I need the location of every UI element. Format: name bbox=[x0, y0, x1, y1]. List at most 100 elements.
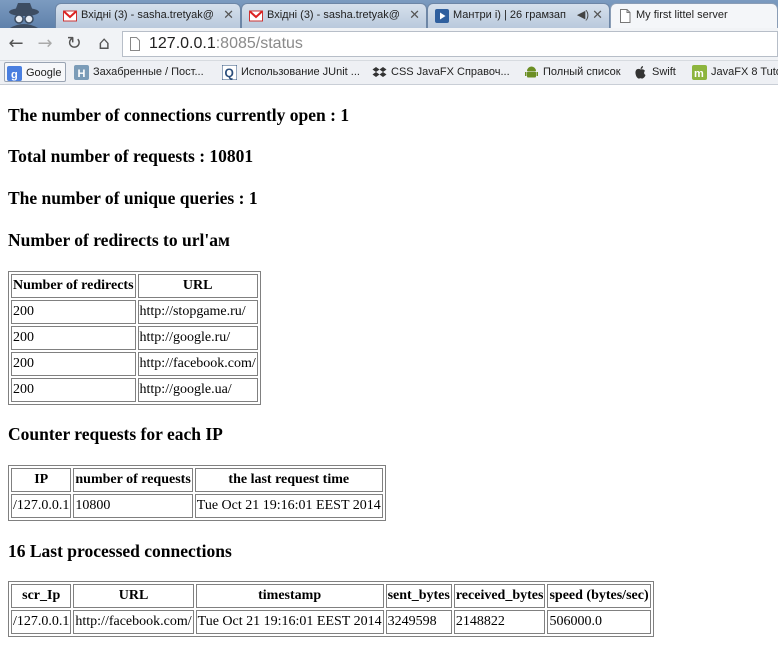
tab-title: Вхідні (3) - sasha.tretyak@ bbox=[81, 9, 214, 21]
bookmark-junit[interactable]: Q Использование JUnit ... bbox=[220, 62, 366, 82]
table-row: /127.0.0.1 10800 Tue Oct 21 19:16:01 EES… bbox=[11, 494, 383, 518]
table-row: /127.0.0.1 http://facebook.com/ Tue Oct … bbox=[11, 610, 651, 634]
table-cell: 3249598 bbox=[385, 610, 452, 634]
bookmark-label: CSS JavaFX Справоч... bbox=[391, 66, 510, 78]
table-cell: http://google.ua/ bbox=[137, 378, 258, 402]
bookmark-label: JavaFX 8 Tuto bbox=[711, 66, 778, 78]
table-cell: 506000.0 bbox=[547, 610, 651, 634]
column-header: timestamp bbox=[195, 584, 384, 608]
browser-toolbar: ← → ↻ ⌂ 127.0.0.1:8085/status bbox=[0, 28, 778, 61]
video-play-icon bbox=[435, 9, 449, 23]
gmail-icon bbox=[249, 10, 263, 22]
bookmark-javafx8[interactable]: m JavaFX 8 Tuto bbox=[690, 62, 778, 82]
page-icon bbox=[130, 37, 140, 51]
table-row: 200 http://google.ru/ bbox=[11, 326, 258, 350]
address-text: 127.0.0.1:8085/status bbox=[149, 35, 303, 53]
table-cell: 200 bbox=[11, 352, 136, 376]
table-header-row: IP number of requests the last request t… bbox=[11, 468, 383, 492]
bookmark-label: Полный список bbox=[543, 66, 621, 78]
table-cell: 200 bbox=[11, 326, 136, 350]
tab-gmail-2[interactable]: Вхідні (3) - sasha.tretyak@ ✕ bbox=[241, 3, 427, 28]
google-icon: g bbox=[7, 66, 22, 81]
android-icon bbox=[525, 66, 538, 78]
table-cell: http://facebook.com/ bbox=[137, 352, 258, 376]
open-connections-heading: The number of connections currently open… bbox=[8, 105, 350, 125]
close-icon[interactable]: ✕ bbox=[409, 7, 420, 23]
column-header: IP bbox=[11, 468, 72, 492]
tab-active[interactable]: My first littel server bbox=[610, 3, 778, 28]
table-cell: 200 bbox=[11, 378, 136, 402]
bookmark-swift[interactable]: Swift bbox=[631, 62, 683, 82]
bookmark-label: Google bbox=[26, 67, 62, 79]
table-row: 200 http://stopgame.ru/ bbox=[11, 300, 258, 324]
tab-title: Мантри і) | 26 грамзап bbox=[453, 9, 567, 21]
address-bar[interactable]: 127.0.0.1:8085/status bbox=[122, 31, 778, 57]
back-arrow-icon[interactable]: ← bbox=[4, 32, 28, 56]
column-header: received_bytes bbox=[453, 584, 546, 608]
q-icon: Q bbox=[222, 65, 237, 80]
page-icon bbox=[620, 9, 631, 23]
redirects-table: Number of redirects URL 200 http://stopg… bbox=[8, 271, 261, 405]
table-cell: 2148822 bbox=[453, 610, 546, 634]
column-header: URL bbox=[73, 584, 194, 608]
column-header: URL bbox=[137, 274, 258, 298]
m-icon: m bbox=[692, 65, 707, 80]
home-icon[interactable]: ⌂ bbox=[92, 32, 116, 56]
last-connections-heading: 16 Last processed connections bbox=[8, 541, 232, 561]
table-header-row: scr_Ip URL timestamp sent_bytes received… bbox=[11, 584, 651, 608]
table-cell: /127.0.0.1 bbox=[11, 610, 72, 634]
speaker-icon[interactable]: ◀) bbox=[577, 8, 589, 21]
bookmark-css-javafx[interactable]: CSS JavaFX Справоч... bbox=[370, 62, 512, 82]
habr-icon: H bbox=[74, 65, 89, 80]
tab-gmail-1[interactable]: Вхідні (3) - sasha.tretyak@ ✕ bbox=[55, 3, 241, 28]
bookmark-label: Захабренные / Пост... bbox=[93, 66, 204, 78]
svg-text:H: H bbox=[78, 68, 86, 80]
table-cell: http://stopgame.ru/ bbox=[137, 300, 258, 324]
table-cell: 10800 bbox=[73, 494, 193, 518]
column-header: scr_Ip bbox=[11, 584, 72, 608]
close-icon[interactable]: ✕ bbox=[592, 7, 603, 23]
table-row: 200 http://google.ua/ bbox=[11, 378, 258, 402]
bookmark-full-list[interactable]: Полный список bbox=[522, 62, 624, 82]
table-cell: Tue Oct 21 19:16:01 EEST 2014 bbox=[195, 610, 384, 634]
total-requests-heading: Total number of requests : 10801 bbox=[8, 146, 254, 166]
tab-strip: Вхідні (3) - sasha.tretyak@ ✕ Вхідні (3)… bbox=[0, 0, 778, 28]
tab-title: My first littel server bbox=[636, 9, 728, 21]
apple-icon bbox=[635, 66, 646, 79]
forward-arrow-icon[interactable]: → bbox=[33, 32, 57, 56]
bookmark-google[interactable]: g Google bbox=[4, 62, 66, 82]
gmail-icon bbox=[63, 10, 77, 22]
unique-queries-heading: The number of unique queries : 1 bbox=[8, 188, 258, 208]
table-cell: Tue Oct 21 19:16:01 EEST 2014 bbox=[194, 494, 383, 518]
column-header: sent_bytes bbox=[385, 584, 452, 608]
table-cell: 200 bbox=[11, 300, 136, 324]
table-cell: http://facebook.com/ bbox=[73, 610, 194, 634]
page-content: The number of connections currently open… bbox=[0, 85, 778, 667]
incognito-icon bbox=[9, 3, 39, 28]
bookmark-label: Использование JUnit ... bbox=[241, 66, 360, 78]
svg-text:m: m bbox=[694, 68, 704, 80]
dropbox-icon bbox=[372, 67, 387, 77]
table-header-row: Number of redirects URL bbox=[11, 274, 258, 298]
svg-text:Q: Q bbox=[225, 66, 234, 80]
table-cell: /127.0.0.1 bbox=[11, 494, 72, 518]
tab-video[interactable]: Мантри і) | 26 грамзап ◀) ✕ bbox=[427, 3, 610, 28]
redirects-heading: Number of redirects to url'ам bbox=[8, 230, 230, 250]
reload-icon[interactable]: ↻ bbox=[62, 32, 86, 56]
table-row: 200 http://facebook.com/ bbox=[11, 352, 258, 376]
tab-title: Вхідні (3) - sasha.tretyak@ bbox=[267, 9, 400, 21]
bookmark-habr[interactable]: H Захабренные / Пост... bbox=[72, 62, 212, 82]
ip-counter-heading: Counter requests for each IP bbox=[8, 424, 223, 444]
close-icon[interactable]: ✕ bbox=[223, 7, 234, 23]
column-header: speed (bytes/sec) bbox=[547, 584, 651, 608]
bookmark-label: Swift bbox=[652, 66, 676, 78]
address-path: :8085/status bbox=[215, 35, 303, 52]
column-header: number of requests bbox=[73, 468, 193, 492]
column-header: Number of redirects bbox=[11, 274, 136, 298]
column-header: the last request time bbox=[194, 468, 383, 492]
table-cell: http://google.ru/ bbox=[137, 326, 258, 350]
last-connections-table: scr_Ip URL timestamp sent_bytes received… bbox=[8, 581, 654, 637]
svg-text:g: g bbox=[11, 69, 18, 81]
ip-counter-table: IP number of requests the last request t… bbox=[8, 465, 386, 521]
bookmarks-bar: g Google H Захабренные / Пост... Q Испол… bbox=[0, 61, 778, 85]
